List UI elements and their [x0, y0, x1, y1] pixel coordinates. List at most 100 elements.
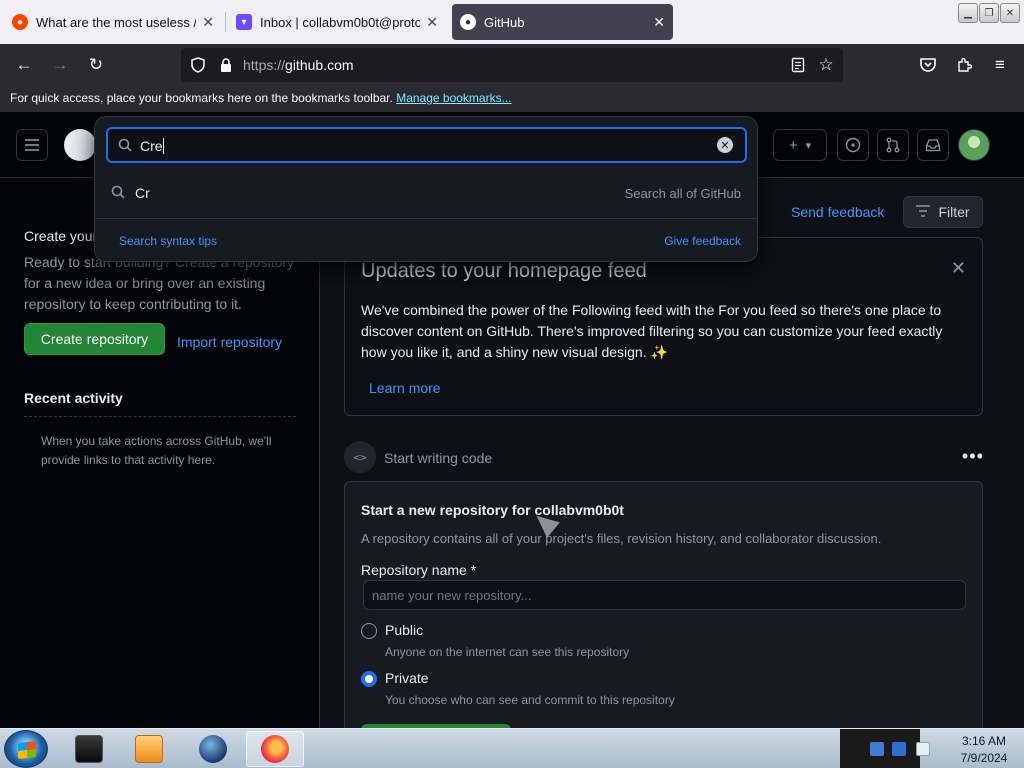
repository-name-input[interactable]	[363, 580, 966, 610]
restore-icon[interactable]: ❐	[979, 3, 999, 23]
browser-nav-bar: ← → ↻ https://github.com ☆ ≡	[0, 44, 1024, 86]
avatar[interactable]	[958, 129, 990, 161]
minimize-icon[interactable]: ▁	[958, 3, 978, 23]
filter-button[interactable]: Filter	[903, 196, 983, 228]
bookmarks-toolbar: For quick access, place your bookmarks h…	[0, 86, 1024, 112]
plus-icon: +	[788, 136, 798, 154]
search-dropdown: Cre ✕ Cr Search all of GitHub Search syn…	[94, 116, 758, 262]
private-label: Private	[385, 670, 429, 686]
public-label: Public	[385, 622, 424, 638]
suggestion-hint: Search all of GitHub	[624, 186, 741, 201]
close-icon[interactable]: ✕	[951, 258, 966, 279]
issues-icon[interactable]	[837, 129, 869, 161]
forward-icon[interactable]: →	[48, 53, 72, 77]
close-tab-icon[interactable]: ✕	[426, 14, 438, 31]
new-repository-card: Start a new repository for collabvm0b0t …	[344, 481, 983, 728]
pull-requests-icon[interactable]	[877, 129, 909, 161]
inbox-icon[interactable]	[917, 129, 949, 161]
import-repository-link[interactable]: Import repository	[177, 334, 282, 350]
github-page: + ▾ Create your first project Ready to s…	[0, 112, 1024, 728]
send-feedback-link[interactable]: Send feedback	[791, 204, 884, 220]
url-text: https://github.com	[243, 57, 354, 73]
recent-activity-empty-text: When you take actions across GitHub, we'…	[41, 434, 272, 467]
learn-more-link[interactable]: Learn more	[369, 380, 441, 396]
reddit-icon: ●	[12, 14, 28, 30]
lock-icon[interactable]	[217, 56, 235, 74]
tab-github[interactable]: ● GitHub ✕	[452, 4, 673, 40]
filter-icon	[916, 204, 931, 220]
clear-search-icon[interactable]: ✕	[717, 137, 733, 153]
system-tray: 3:16 AM 7/9/2024	[840, 729, 1024, 768]
tab-title: What are the most useless / fun	[36, 14, 196, 30]
manage-bookmarks-link[interactable]: Manage bookmarks...	[396, 91, 511, 105]
media-player-icon	[135, 735, 163, 763]
filter-label: Filter	[938, 204, 970, 220]
search-syntax-tips-link[interactable]: Search syntax tips	[119, 234, 217, 248]
pocket-icon[interactable]	[916, 53, 940, 77]
start-button[interactable]	[4, 730, 48, 768]
start-writing-code-label: Start writing code	[384, 450, 493, 466]
private-description: You choose who can see and commit to thi…	[385, 693, 675, 707]
globe-icon	[199, 735, 227, 763]
url-bar[interactable]: https://github.com ☆	[181, 48, 843, 82]
public-description: Anyone on the internet can see this repo…	[385, 645, 630, 659]
public-radio[interactable]	[361, 623, 377, 639]
sparkle-icon: ✨	[650, 344, 668, 360]
windows-taskbar: 3:16 AM 7/9/2024	[0, 728, 1024, 768]
github-logo-icon[interactable]	[64, 129, 96, 161]
bookmark-star-icon[interactable]: ☆	[817, 55, 835, 74]
clock[interactable]: 3:16 AM 7/9/2024	[944, 733, 1024, 767]
new-repository-title: Start a new repository for collabvm0b0t	[361, 502, 624, 518]
tab-separator	[225, 12, 226, 32]
create-repository-button[interactable]: Create repository	[24, 323, 165, 355]
tab-title: GitHub	[484, 14, 525, 30]
create-new-button[interactable]: + ▾	[773, 129, 827, 161]
close-tab-icon[interactable]: ✕	[202, 14, 214, 31]
window-controls: ▁ ❐ ✕	[958, 3, 1020, 23]
tab-proton-mail[interactable]: ▾ Inbox | collabvm0b0t@proton.m ✕	[228, 4, 446, 40]
chevron-down-icon: ▾	[805, 139, 812, 152]
close-window-icon[interactable]: ✕	[1000, 3, 1020, 23]
tab-title: Inbox | collabvm0b0t@proton.m	[260, 14, 421, 30]
private-radio[interactable]	[361, 671, 377, 687]
extensions-icon[interactable]	[952, 53, 976, 77]
updates-title: Updates to your homepage feed	[361, 260, 647, 282]
tab-reddit[interactable]: ● What are the most useless / fun ✕	[4, 4, 222, 40]
github-icon: ●	[460, 14, 476, 30]
search-suggestion[interactable]: Cr Search all of GitHub	[95, 177, 757, 209]
firefox-icon	[261, 735, 289, 763]
divider	[95, 218, 757, 219]
folder-tray-icon[interactable]	[892, 742, 906, 756]
reader-view-icon[interactable]	[789, 56, 807, 74]
taskbar-firefox[interactable]	[246, 731, 304, 767]
taskbar-network[interactable]	[184, 731, 242, 767]
browser-tab-bar: ● What are the most useless / fun ✕ ▾ In…	[0, 0, 1024, 44]
text-caret	[162, 138, 164, 154]
repository-name-label: Repository name *	[361, 562, 477, 578]
taskbar-media-player[interactable]	[120, 731, 178, 767]
proton-mail-icon: ▾	[236, 14, 252, 30]
give-feedback-link[interactable]: Give feedback	[664, 234, 741, 248]
updates-body: We've combined the power of the Followin…	[361, 302, 943, 360]
windows-logo-icon	[18, 741, 36, 759]
search-icon	[111, 185, 125, 202]
back-icon[interactable]: ←	[12, 53, 36, 77]
terminal-icon	[75, 735, 103, 763]
taskbar-terminal[interactable]	[60, 731, 118, 767]
shield-icon[interactable]	[189, 56, 207, 74]
reload-icon[interactable]: ↻	[84, 53, 108, 77]
network-tray-icon[interactable]	[916, 742, 930, 756]
recent-activity-heading: Recent activity	[24, 390, 123, 406]
new-repository-description: A repository contains all of your projec…	[361, 531, 882, 546]
close-tab-icon[interactable]: ✕	[653, 14, 665, 31]
bookmarks-hint: For quick access, place your bookmarks h…	[10, 91, 393, 105]
more-options-icon[interactable]: •••	[962, 446, 984, 467]
clock-time: 3:16 AM	[961, 734, 1007, 748]
shield-tray-icon[interactable]	[870, 742, 884, 756]
menu-icon[interactable]: ≡	[988, 53, 1012, 77]
hamburger-icon[interactable]	[16, 129, 48, 161]
search-value: Cre	[140, 138, 164, 154]
search-icon	[118, 138, 132, 155]
divider	[24, 416, 296, 417]
search-input[interactable]: Cre ✕	[106, 127, 747, 163]
